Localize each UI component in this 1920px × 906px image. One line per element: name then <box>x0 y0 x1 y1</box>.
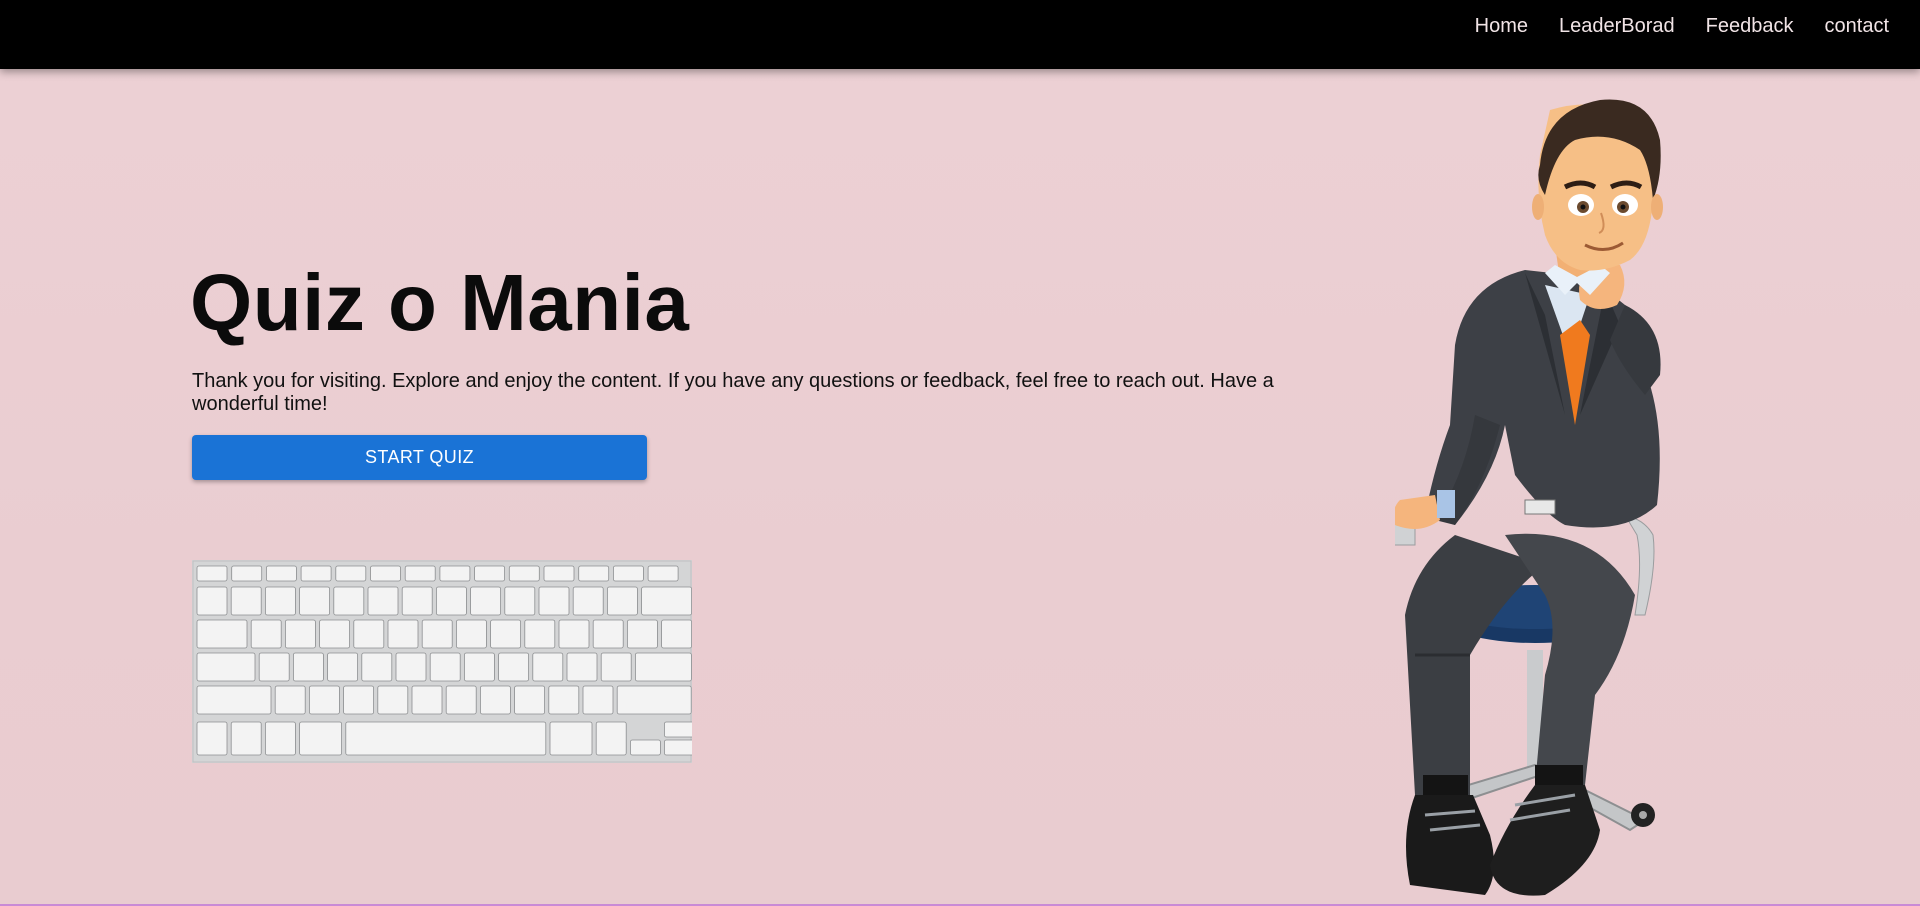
nav-links: Home LeaderBorad Feedback contact <box>1475 14 1889 38</box>
nav-contact-link[interactable]: contact <box>1825 14 1889 38</box>
page-title: Quiz o Mania <box>190 258 690 347</box>
start-quiz-button[interactable]: START QUIZ <box>192 435 647 480</box>
top-navbar: Home LeaderBorad Feedback contact <box>0 0 1920 69</box>
nav-feedback-link[interactable]: Feedback <box>1706 14 1794 38</box>
nav-leaderboard-link[interactable]: LeaderBorad <box>1559 14 1675 38</box>
intro-text: Thank you for visiting. Explore and enjo… <box>192 370 1274 415</box>
keyboard-image <box>192 560 692 763</box>
businessman-character-image <box>1395 99 1663 896</box>
nav-home-link[interactable]: Home <box>1475 14 1528 38</box>
